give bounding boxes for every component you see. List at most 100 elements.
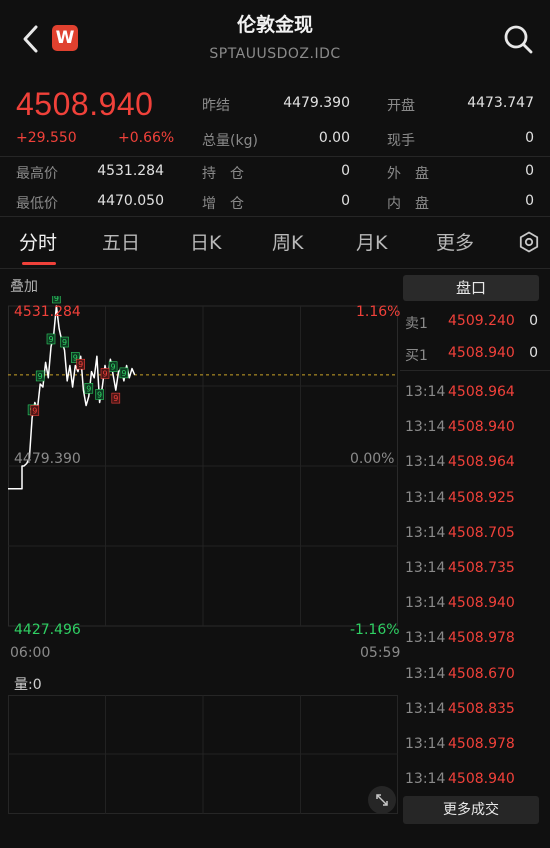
trade-price: 4508.705 xyxy=(448,524,515,541)
trade-price: 4508.835 xyxy=(448,700,515,717)
x-axis-end-time: 05:59 xyxy=(360,645,401,661)
trade-time: 13:14 xyxy=(405,489,446,506)
stat-value-volume: 0.00 xyxy=(318,130,350,146)
svg-text:9: 9 xyxy=(97,390,102,399)
trade-time: 13:14 xyxy=(405,560,446,576)
td-sequential-marker-sell: 9 xyxy=(60,336,69,348)
search-icon xyxy=(504,25,533,54)
trade-price: 4508.940 xyxy=(448,595,515,612)
stat-value-outer: 0 xyxy=(525,163,534,179)
tab-five-day[interactable]: 五日 xyxy=(102,228,140,255)
expand-chart-button[interactable] xyxy=(368,786,396,814)
svg-text:9: 9 xyxy=(102,369,107,378)
stat-label-current-hand: 现手 xyxy=(387,133,415,149)
tab-daily-k[interactable]: 日K xyxy=(190,228,221,255)
td-sequential-marker-sell: 9 xyxy=(95,389,104,400)
stat-value-inner: 0 xyxy=(525,193,534,209)
symbol-code: SPTAUUSDOZ.IDC xyxy=(209,46,341,62)
y-axis-high-pct: 1.16% xyxy=(356,304,401,320)
stat-value-oi-change: 0 xyxy=(341,193,350,209)
last-price: 4508.940 xyxy=(16,86,154,122)
trade-price: 4508.670 xyxy=(448,665,515,682)
intraday-chart: 99999999999999 xyxy=(8,296,398,627)
chart-settings-button[interactable] xyxy=(518,231,540,257)
search-button[interactable] xyxy=(500,22,536,56)
order-book-divider xyxy=(400,370,550,371)
y-axis-high: 4531.284 xyxy=(14,304,81,320)
trade-time: 13:14 xyxy=(405,419,446,436)
active-tab-indicator xyxy=(22,262,56,265)
y-axis-low-pct: -1.16% xyxy=(350,622,400,638)
td-sequential-marker-sell: 9 xyxy=(46,333,56,345)
td-sequential-marker-sell: 9 xyxy=(52,296,61,304)
td-sequential-marker-sell: 9 xyxy=(108,361,118,373)
y-axis-reference-pct: 0.00% xyxy=(350,451,395,467)
trade-price: 4508.940 xyxy=(448,771,515,788)
bid-1-volume: 0 xyxy=(529,345,538,361)
stat-value-open-interest: 0 xyxy=(341,163,350,179)
stat-value-open: 4473.747 xyxy=(467,95,534,111)
svg-text:9: 9 xyxy=(32,406,37,415)
trade-price: 4508.978 xyxy=(448,736,515,752)
trade-price: 4508.940 xyxy=(448,419,515,436)
bid-1-price: 4508.940 xyxy=(448,345,515,361)
svg-text:9: 9 xyxy=(48,335,53,344)
tab-more[interactable]: 更多 xyxy=(436,228,474,255)
stat-label-open: 开盘 xyxy=(387,98,415,114)
page-title: 伦敦金现 xyxy=(236,14,313,36)
tab-weekly-k[interactable]: 周K xyxy=(272,228,303,255)
td-sequential-marker-sell: 9 xyxy=(119,367,129,379)
svg-text:9: 9 xyxy=(113,394,118,403)
overlay-button[interactable]: 叠加 xyxy=(10,276,38,296)
tab-monthly-k[interactable]: 月K xyxy=(356,228,387,255)
trade-price: 4508.735 xyxy=(448,560,515,576)
stat-label-inner: 内 盘 xyxy=(387,196,429,212)
trade-time: 13:14 xyxy=(405,595,446,612)
stat-label-open-interest: 持 仓 xyxy=(202,166,244,182)
ask-1-volume: 0 xyxy=(529,313,538,329)
tab-intraday[interactable]: 分时 xyxy=(19,228,57,255)
svg-text:9: 9 xyxy=(62,338,67,347)
td-sequential-marker-buy: 9 xyxy=(111,392,121,404)
stat-value-low: 4470.050 xyxy=(97,193,164,209)
y-axis-reference: 4479.390 xyxy=(14,451,81,467)
td-sequential-marker-buy: 9 xyxy=(100,368,110,379)
order-book-button[interactable]: 盘口 xyxy=(403,275,539,301)
trade-time: 13:14 xyxy=(405,771,446,788)
td-sequential-marker-sell: 9 xyxy=(35,370,45,382)
trade-time: 13:14 xyxy=(405,524,446,541)
price-change: +29.550 xyxy=(16,130,77,146)
svg-text:9: 9 xyxy=(121,369,126,378)
stat-label-high: 最高价 xyxy=(16,166,58,182)
stat-label-oi-change: 增 仓 xyxy=(202,196,244,212)
expand-icon xyxy=(376,794,388,806)
volume-label: 量:0 xyxy=(14,677,42,693)
tabs-divider-bottom xyxy=(0,268,550,269)
volume-chart xyxy=(8,695,398,814)
stat-value-high: 4531.284 xyxy=(97,163,164,179)
svg-text:9: 9 xyxy=(54,296,59,303)
trade-time: 13:14 xyxy=(405,454,446,471)
y-axis-low: 4427.496 xyxy=(14,622,81,638)
settings-icon xyxy=(519,231,539,253)
x-axis-start-time: 06:00 xyxy=(10,645,51,661)
tabs-divider-top xyxy=(0,216,550,217)
svg-text:9: 9 xyxy=(78,360,83,369)
trade-price: 4508.964 xyxy=(448,384,515,400)
trade-time: 13:14 xyxy=(405,665,446,682)
stat-label-low: 最低价 xyxy=(16,196,58,212)
trade-time: 13:14 xyxy=(405,700,446,717)
trade-time: 13:14 xyxy=(405,384,446,400)
svg-text:9: 9 xyxy=(111,363,116,372)
price-change-percent: +0.66% xyxy=(118,130,175,146)
stat-label-volume: 总量(kg) xyxy=(202,133,258,149)
stat-label-prev-settle: 昨结 xyxy=(202,98,230,114)
td-sequential-marker-sell: 9 xyxy=(84,382,94,394)
more-trades-button[interactable]: 更多成交 xyxy=(403,796,539,824)
ask-1-label: 卖1 xyxy=(405,316,428,332)
td-sequential-marker-buy: 9 xyxy=(76,358,85,370)
volume-grid xyxy=(8,695,398,814)
trade-time: 13:14 xyxy=(405,630,446,647)
svg-text:9: 9 xyxy=(86,384,91,393)
trade-price: 4508.925 xyxy=(448,489,515,506)
